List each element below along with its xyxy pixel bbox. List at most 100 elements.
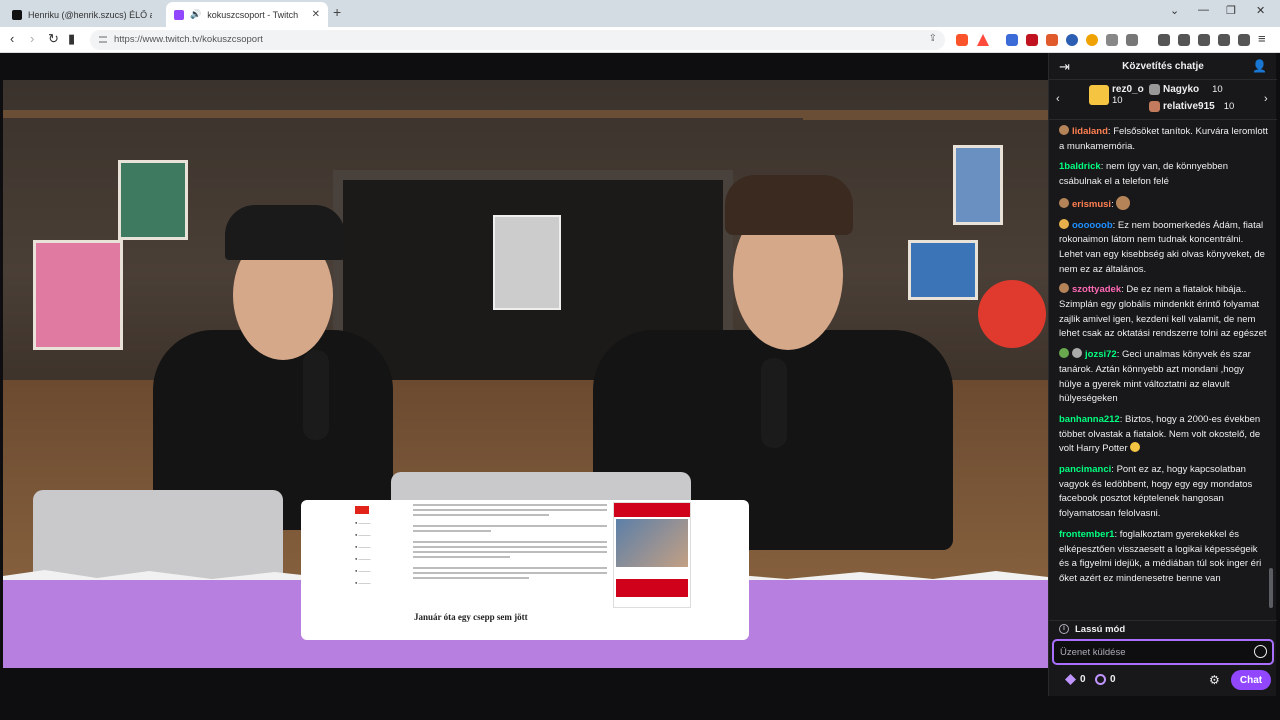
chat-username[interactable]: oooooob	[1072, 220, 1113, 231]
tab-list-icon[interactable]: ⌄	[1170, 4, 1179, 17]
channel-points[interactable]: 0	[1065, 674, 1086, 685]
leaderboard-user: relative915	[1163, 101, 1215, 112]
extensions-puzzle-icon[interactable]	[1106, 34, 1118, 46]
bookmark-icon[interactable]: ▮	[68, 31, 75, 47]
chat-header: ⇥ Közvetítés chatje 👤	[1049, 53, 1277, 80]
chat-message: lidaland: Felsősöket tanítok. Kurvára le…	[1059, 125, 1268, 152]
chat-username[interactable]: frontember1	[1059, 529, 1114, 540]
tiktok-icon	[12, 9, 22, 20]
leaderboard-count: 10	[1223, 101, 1235, 112]
nav-row: ● ———	[355, 532, 371, 537]
chat-settings-icon[interactable]: ⚙	[1209, 673, 1220, 687]
chat-message: banhanna212: Biztos, hogy a 2000-es évek…	[1059, 413, 1261, 455]
microphone	[761, 358, 787, 448]
chat-username[interactable]: erismusi	[1072, 199, 1111, 210]
chat-message: erismusi:	[1059, 195, 1269, 213]
slow-mode-label: Lassú mód	[1075, 624, 1126, 635]
chat-message: oooooob: Ez nem boomerkedés Ádám, fiatal…	[1059, 218, 1265, 275]
chat-username[interactable]: lidaland	[1072, 126, 1108, 137]
info-icon: i	[1059, 624, 1069, 634]
badge-icon	[1059, 283, 1069, 294]
smile-emoji-icon	[1130, 442, 1141, 453]
reload-icon[interactable]: ↻	[48, 31, 59, 47]
bits-count: 0	[1080, 674, 1086, 685]
article-body	[413, 504, 607, 582]
screenshot-icon[interactable]	[1126, 34, 1138, 46]
shelf	[803, 112, 1048, 120]
article-screenshot: ● ——— ● ——— ● ——— ● ——— ● ——— ● ——— Janu…	[301, 500, 749, 640]
extension-color-icon[interactable]	[1086, 34, 1098, 46]
points-balance[interactable]: 0	[1095, 674, 1116, 685]
poster	[953, 145, 1003, 225]
chat-footer: 0 0 ⚙ Chat	[1049, 669, 1277, 693]
microphone	[303, 350, 329, 440]
extension-h-icon[interactable]	[1046, 34, 1058, 46]
poster	[908, 240, 978, 300]
cap	[225, 205, 345, 260]
minimize-button[interactable]: —	[1198, 4, 1209, 16]
address-bar[interactable]: https://www.twitch.tv/kokuszcsoport ⇪	[90, 30, 945, 50]
nav-row: ● ———	[355, 556, 371, 561]
article-heading: Január óta egy csepp sem jött	[414, 612, 528, 622]
restore-button[interactable]: ❐	[1226, 4, 1236, 17]
leaderboard-count: 10	[1212, 84, 1223, 95]
article-ad	[613, 502, 691, 608]
menu-icon[interactable]: ≡	[1258, 31, 1266, 46]
chat-message-input[interactable]	[1060, 645, 1240, 659]
send-chat-button[interactable]: Chat	[1231, 670, 1271, 690]
chat-scrollbar[interactable]	[1269, 568, 1273, 608]
speaker-icon[interactable]: 🔊	[190, 9, 201, 20]
chat-username[interactable]: jozsi72	[1085, 349, 1117, 360]
share-icon[interactable]: ⇪	[929, 33, 937, 44]
chevron-left-icon[interactable]: ‹	[1056, 93, 1060, 105]
badge-icon	[1059, 125, 1069, 135]
video-player[interactable]: ● ——— ● ——— ● ——— ● ——— ● ——— ● ——— Janu…	[3, 80, 1048, 668]
rewards-icon[interactable]	[977, 34, 989, 46]
chat-username[interactable]: pancimanci	[1059, 464, 1111, 475]
emote-picker-icon[interactable]	[1254, 645, 1267, 658]
close-tab-icon[interactable]: ✕	[312, 9, 320, 20]
logo-sign	[978, 280, 1046, 348]
vpn-icon[interactable]	[1238, 34, 1250, 46]
hvg-logo	[355, 506, 369, 514]
extension-globe-icon[interactable]	[1066, 34, 1078, 46]
extension-x-icon[interactable]	[1026, 34, 1038, 46]
leaderboard-entry[interactable]: rez0_o 10	[1089, 84, 1144, 106]
sliders-icon	[99, 36, 107, 43]
leaderboard-entry[interactable]: Nagyko 10	[1149, 84, 1223, 95]
close-window-button[interactable]: ✕	[1256, 4, 1265, 17]
browser-tabbar: Henriku (@henrik.szucs) ÉLŐ adásb 🔊 koku…	[0, 0, 1280, 27]
nav-row: ● ———	[355, 568, 371, 573]
leaderboard-entry[interactable]: relative915 10	[1149, 101, 1234, 112]
brave-shield-icon[interactable]	[956, 34, 968, 46]
tab-tiktok[interactable]: Henriku (@henrik.szucs) ÉLŐ adásb	[4, 2, 160, 27]
channel-points-icon	[1095, 674, 1106, 685]
leo-icon[interactable]	[1218, 34, 1230, 46]
chat-username[interactable]: szottyadek	[1072, 284, 1121, 295]
new-tab-button[interactable]: +	[333, 4, 341, 20]
points-count: 0	[1110, 674, 1116, 685]
chat-input-box[interactable]	[1052, 639, 1274, 665]
media-icon[interactable]	[1158, 34, 1170, 46]
chat-username[interactable]: 1baldrick	[1059, 161, 1101, 172]
gift-icon	[1089, 85, 1109, 105]
badge-icon	[1059, 348, 1069, 359]
bits-icon	[1065, 674, 1076, 685]
community-icon[interactable]: 👤	[1252, 59, 1267, 73]
chat-message: szottyadek: De ez nem a fiatalok hibája.…	[1059, 283, 1267, 340]
slow-mode-notice: i Lassú mód	[1049, 620, 1277, 638]
chat-username[interactable]: banhanna212	[1059, 414, 1120, 425]
wallet-icon[interactable]	[1198, 34, 1210, 46]
gift-leaderboard: ‹ rez0_o 10 Nagyko 10 relative915 10 ›	[1049, 80, 1277, 120]
tab-twitch[interactable]: 🔊 kokuszcsoport - Twitch ✕	[166, 2, 328, 27]
back-icon[interactable]: ‹	[10, 31, 14, 46]
poster	[118, 160, 188, 240]
leaderboard-user: rez0_o	[1112, 84, 1144, 95]
translate-icon[interactable]	[1006, 34, 1018, 46]
player-bottom-bar	[3, 668, 1048, 694]
forward-icon[interactable]: ›	[30, 31, 34, 46]
chat-messages[interactable]: lidaland: Felsősöket tanítok. Kurvára le…	[1049, 125, 1277, 615]
leaderboard-user: Nagyko	[1163, 84, 1200, 95]
sidebar-icon[interactable]	[1178, 34, 1190, 46]
chevron-right-icon[interactable]: ›	[1264, 93, 1268, 105]
